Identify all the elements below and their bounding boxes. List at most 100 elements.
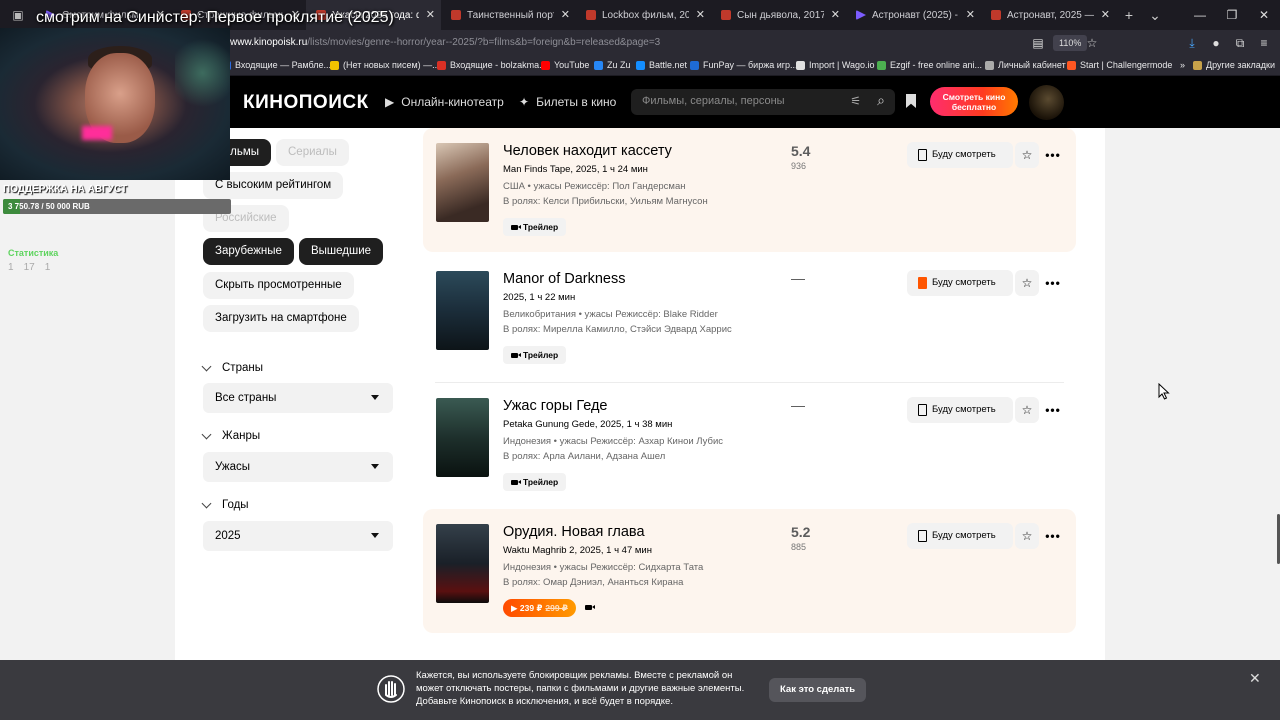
camera-icon (511, 352, 521, 358)
close-tab-icon[interactable]: ✕ (696, 8, 705, 21)
bookmark-item[interactable]: (Нет новых писем) —... (330, 60, 440, 70)
browser-tab[interactable]: Lockbox фильм, 2026, дата✕ (576, 0, 711, 30)
movie-poster[interactable] (436, 143, 489, 222)
camera-icon[interactable] (585, 605, 595, 610)
url-text[interactable]: www.kinopoisk.ru/lists/movies/genre--hor… (230, 37, 660, 48)
extensions-icon[interactable]: ⧉ (1232, 35, 1248, 51)
search-box[interactable]: ⚟ ⌕ (631, 89, 895, 115)
camera-icon (511, 224, 521, 230)
bookmark-item[interactable]: Import | Wago.io (796, 60, 875, 70)
movie-title[interactable]: Орудия. Новая глава (503, 524, 645, 540)
filter-countries-toggle[interactable]: Страны (201, 361, 263, 374)
bookmark-icon[interactable] (906, 94, 916, 108)
star-bookmark-icon[interactable]: ☆ (1084, 35, 1100, 51)
minimize-icon[interactable]: — (1184, 0, 1216, 30)
watch-later-button[interactable]: Буду смотреть (907, 397, 1013, 423)
movie-title[interactable]: Manor of Darkness (503, 271, 626, 287)
movie-rating: — (791, 397, 805, 413)
kinopoisk-logo[interactable]: КИНОПОИСК (243, 92, 369, 114)
movie-title[interactable]: Ужас горы Геде (503, 398, 607, 414)
movie-rating: 5.4 (791, 143, 811, 159)
browser-tab[interactable]: Астронавт (2025) - Kinobo✕ (846, 0, 981, 30)
filter-icon[interactable]: ⚟ (850, 94, 861, 108)
filter-years-toggle[interactable]: Годы (201, 498, 249, 511)
movie-poster[interactable] (436, 398, 489, 477)
movie-original-title: Waktu Maghrib 2, 2025, 1 ч 47 мин (503, 545, 652, 556)
close-tab-icon[interactable]: ✕ (1101, 8, 1110, 21)
nav-online-cinema[interactable]: ▶ Онлайн-кинотеатр (385, 95, 504, 109)
donation-progress: 3 750.78 / 50 000 RUB (3, 199, 231, 214)
page-content: Фильмы Сериалы С высоким рейтингом Росси… (175, 128, 1105, 660)
more-icon[interactable]: ••• (1041, 523, 1065, 549)
star-icon[interactable]: ☆ (1015, 270, 1039, 296)
restore-icon[interactable]: ❐ (1216, 0, 1248, 30)
movie-item[interactable]: Орудия. Новая глава Waktu Maghrib 2, 202… (423, 509, 1076, 633)
search-input[interactable] (642, 95, 832, 107)
watch-later-button[interactable]: Буду смотреть (907, 142, 1013, 168)
buy-button[interactable]: ▶ 239 ₽299 ₽ (503, 599, 576, 617)
bookmark-item[interactable]: Zu Zu (594, 60, 631, 70)
account-icon[interactable]: ● (1208, 35, 1224, 51)
trailer-button[interactable]: Трейлер (503, 346, 567, 364)
adblock-banner: Кажется, вы используете блокировщик рекл… (0, 660, 1280, 720)
countries-select[interactable]: Все страны (203, 383, 393, 413)
close-window-icon[interactable]: ✕ (1248, 0, 1280, 30)
chip-hide-watched[interactable]: Скрыть просмотренные (203, 272, 354, 299)
bookmark-item[interactable]: YouTube (541, 60, 589, 70)
reader-view-icon[interactable]: ▤ (1030, 35, 1046, 51)
more-icon[interactable]: ••• (1041, 270, 1065, 296)
search-icon[interactable]: ⌕ (877, 92, 885, 109)
trailer-button[interactable]: Трейлер (503, 218, 567, 236)
movie-item[interactable]: Manor of Darkness 2025, 1 ч 22 мин Велик… (423, 256, 1076, 383)
bookmark-item[interactable]: FunPay — биржа игр... (690, 60, 798, 70)
star-icon[interactable]: ☆ (1015, 523, 1039, 549)
avatar[interactable] (1029, 85, 1064, 120)
trailer-button[interactable]: Трейлер (503, 473, 567, 491)
filter-genres-toggle[interactable]: Жанры (201, 429, 260, 442)
bookmark-item[interactable]: Входящие - bolzakma... (437, 60, 547, 70)
close-tab-icon[interactable]: ✕ (426, 8, 435, 21)
chip-foreign[interactable]: Зарубежные (203, 238, 294, 265)
genres-select[interactable]: Ужасы (203, 452, 393, 482)
bookmark-item[interactable]: Входящие — Рамбле... (222, 60, 331, 70)
zoom-level[interactable]: 110% (1053, 35, 1088, 51)
years-select[interactable]: 2025 (203, 521, 393, 551)
movie-cast: В ролях: Арла Аилани, Адзана Ашел (503, 451, 666, 462)
close-icon[interactable]: ✕ (1249, 670, 1261, 687)
browser-tab[interactable]: Сын дьявола, 2017 — смо✕ (711, 0, 846, 30)
close-tab-icon[interactable]: ✕ (561, 8, 570, 21)
movie-item[interactable]: Ужас горы Геде Petaka Gunung Gede, 2025,… (423, 383, 1076, 507)
youtube-icon (541, 60, 550, 70)
bookmark-item[interactable]: Start | Challengermode (1067, 60, 1172, 70)
watch-free-button[interactable]: Смотреть кино бесплатно (930, 87, 1018, 116)
tab-list-icon[interactable]: ▣ (0, 0, 36, 30)
watch-later-button[interactable]: Буду смотреть (907, 270, 1013, 296)
bookmark-item[interactable]: Battle.net (636, 60, 687, 70)
close-tab-icon[interactable]: ✕ (966, 8, 975, 21)
close-tab-icon[interactable]: ✕ (831, 8, 840, 21)
movie-item[interactable]: Человек находит кассету Man Finds Tape, … (423, 128, 1076, 252)
menu-icon[interactable]: ≡ (1256, 35, 1272, 51)
download-icon[interactable]: ⤓ (1184, 35, 1200, 51)
browser-tab[interactable]: Таинственный портрет, 2025✕ (441, 0, 576, 30)
other-bookmarks[interactable]: » Другие закладки (1180, 60, 1275, 70)
new-tab-icon[interactable]: + (1116, 7, 1142, 23)
how-to-button[interactable]: Как это сделать (769, 678, 867, 702)
movie-poster[interactable] (436, 271, 489, 350)
chip-download[interactable]: Загрузить на смартфоне (203, 305, 359, 332)
bookmark-item[interactable]: Ezgif - free online ani... (877, 60, 982, 70)
more-icon[interactable]: ••• (1041, 397, 1065, 423)
movie-title[interactable]: Человек находит кассету (503, 143, 672, 159)
chip-series[interactable]: Сериалы (276, 139, 349, 166)
movie-poster[interactable] (436, 524, 489, 603)
nav-cinema-tickets[interactable]: ✦ Билеты в кино (519, 95, 616, 109)
star-icon[interactable]: ☆ (1015, 142, 1039, 168)
watch-later-button[interactable]: Буду смотреть (907, 523, 1013, 549)
bookmark-item[interactable]: Личный кабинет (985, 60, 1066, 70)
star-icon[interactable]: ☆ (1015, 397, 1039, 423)
movie-info: США • ужасы Режиссёр: Пол Гандерсман (503, 181, 686, 192)
chevron-down-icon[interactable]: ⌄ (1142, 7, 1168, 24)
chip-released[interactable]: Вышедшие (299, 238, 384, 265)
more-icon[interactable]: ••• (1041, 142, 1065, 168)
browser-tab[interactable]: Астронавт, 2025 — смотр✕ (981, 0, 1116, 30)
